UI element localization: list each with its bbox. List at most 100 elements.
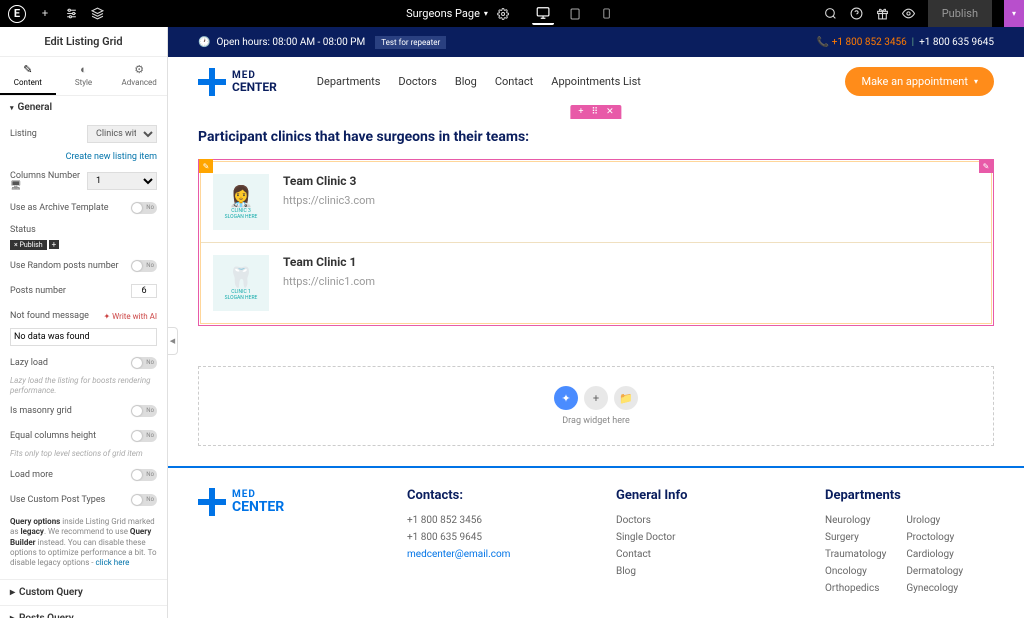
lazy-toggle[interactable] [131,357,157,369]
write-ai-link[interactable]: ✦ Write with AI [103,312,157,321]
folder-icon[interactable]: 📁 [614,386,638,410]
footer-dept-onco[interactable]: Oncology [825,566,886,577]
collapse-sidebar-handle[interactable]: ◀ [168,327,178,355]
footer-dept-procto[interactable]: Proctology [906,532,963,543]
listing-select[interactable]: Clinics with surg... [87,125,157,143]
footer-email[interactable]: medcenter@email.com [407,549,576,560]
custom-types-toggle[interactable] [131,494,157,506]
tablet-icon[interactable] [564,3,586,25]
footer-link-single[interactable]: Single Doctor [616,532,785,543]
chevron-right-icon: ▸ [10,587,15,598]
desktop-icon[interactable] [532,3,554,25]
settings-sliders-icon[interactable] [64,7,78,21]
gift-icon[interactable] [876,7,890,21]
search-icon[interactable] [824,7,838,21]
disable-legacy-link[interactable]: click here [96,558,130,567]
general-panel: Listing Clinics with surg... Create new … [0,119,167,579]
site-logo[interactable]: MEDCENTER [198,68,277,96]
clinic-logo: 🦷 CLINIC 1 SLOGAN HERE [213,255,269,311]
listing-grid-widget[interactable]: ✎ ✎ 👩‍⚕️ CLINIC 3 SLOGAN HERE Team Clini… [198,159,994,326]
preview-canvas: ◀ 🕐 Open hours: 08:00 AM - 08:00 PM Test… [168,27,1024,618]
equal-help: Fits only top level sections of grid ite… [10,449,157,459]
nav-blog[interactable]: Blog [455,75,477,88]
status-publish-tag[interactable]: × Publish [10,240,47,250]
gear-icon[interactable] [496,7,510,21]
equal-toggle[interactable] [131,430,157,442]
nav-appointments[interactable]: Appointments List [551,75,641,88]
footer-dept-uro[interactable]: Urology [906,515,963,526]
edit-column-icon[interactable]: ✎ [979,159,993,173]
help-icon[interactable] [850,7,864,21]
publish-button[interactable]: Publish [928,0,992,27]
elementor-logo-icon[interactable]: E [8,5,26,23]
site-top-bar: 🕐 Open hours: 08:00 AM - 08:00 PM Test f… [168,27,1024,57]
nav-contact[interactable]: Contact [495,75,533,88]
footer-dept-cardio[interactable]: Cardiology [906,549,963,560]
footer-dept-surgery[interactable]: Surgery [825,532,886,543]
edit-widget-icon[interactable]: ✎ [199,159,213,173]
footer-dept-ortho[interactable]: Orthopedics [825,583,886,594]
random-toggle[interactable] [131,260,157,272]
tab-style[interactable]: ◐Style [56,57,112,95]
add-icon[interactable]: + [38,7,52,21]
footer-logo-col: MEDCENTER [198,488,367,600]
footer-dept-neuro[interactable]: Neurology [825,515,886,526]
close-section-icon[interactable]: ✕ [606,107,614,117]
footer-logo[interactable]: MEDCENTER [198,488,367,516]
columns-select[interactable]: 1 [87,172,157,190]
editor-sidebar: Edit Listing Grid ✎Content ◐Style ⚙Advan… [0,27,168,618]
lazy-label: Lazy load [10,358,131,368]
sidebar-tabs: ✎Content ◐Style ⚙Advanced [0,57,167,96]
posts-num-input[interactable] [131,284,157,298]
status-label: Status [10,225,157,235]
logo-cross-icon [198,488,226,516]
section-posts-query[interactable]: ▸Posts Query [0,605,167,618]
create-listing-link[interactable]: Create new listing item [10,152,157,162]
add-section-icon[interactable]: + [578,107,583,117]
nav-doctors[interactable]: Doctors [398,75,436,88]
phone-1[interactable]: +1 800 852 3456 [832,37,907,48]
footer-phone-2[interactable]: +1 800 635 9645 [407,532,576,543]
footer-dept-derma[interactable]: Dermatology [906,566,963,577]
lazy-help: Lazy load the listing for boosts renderi… [10,376,157,395]
section-custom-query[interactable]: ▸Custom Query [0,579,167,605]
phone-2[interactable]: +1 800 635 9645 [919,37,994,48]
drag-widget-label: Drag widget here [562,416,629,426]
open-hours-text: Open hours: 08:00 AM - 08:00 PM [216,37,365,48]
list-item: 👩‍⚕️ CLINIC 3 SLOGAN HERE Team Clinic 3 … [201,162,991,243]
random-label: Use Random posts number [10,261,131,271]
clinic-url[interactable]: https://clinic3.com [283,194,375,207]
magic-wand-icon[interactable]: ✦ [554,386,578,410]
status-add-button[interactable]: + [49,240,60,249]
archive-toggle[interactable] [131,202,157,214]
nav-departments[interactable]: Departments [317,75,381,88]
section-general[interactable]: ▾General [0,96,167,119]
footer-link-blog[interactable]: Blog [616,566,785,577]
tab-advanced[interactable]: ⚙Advanced [111,57,167,95]
content-section: + ⠿ ✕ Participant clinics that have surg… [168,107,1024,336]
loadmore-toggle[interactable] [131,469,157,481]
footer-link-contact[interactable]: Contact [616,549,785,560]
drag-widget-area[interactable]: ✦ + 📁 Drag widget here [198,366,994,446]
tab-content[interactable]: ✎Content [0,57,56,95]
footer-link-doctors[interactable]: Doctors [616,515,785,526]
footer-dept-trauma[interactable]: Traumatology [825,549,886,560]
add-widget-icon[interactable]: + [584,386,608,410]
clinic-url[interactable]: https://clinic1.com [283,275,375,288]
phone-icon: 📞 [817,37,829,48]
masonry-toggle[interactable] [131,405,157,417]
topbar-right: Publish ▾ [824,0,1024,27]
layers-icon[interactable] [90,7,104,21]
page-title-dropdown[interactable]: Surgeons Page ▾ [406,7,488,20]
section-dots-icon[interactable]: ⠿ [591,107,598,117]
footer-phone-1[interactable]: +1 800 852 3456 [407,515,576,526]
mobile-icon[interactable] [596,3,618,25]
publish-options-button[interactable]: ▾ [1004,0,1024,27]
topbar-left: E + [0,5,104,23]
make-appointment-button[interactable]: Make an appointment▾ [845,67,994,96]
notfound-input[interactable] [10,328,157,346]
desktop-small-icon: 🖥 [10,181,21,191]
preview-eye-icon[interactable] [902,7,916,21]
footer-dept-gyne[interactable]: Gynecology [906,583,963,594]
footer-departments-col: Departments Neurology Surgery Traumatolo… [825,488,994,600]
